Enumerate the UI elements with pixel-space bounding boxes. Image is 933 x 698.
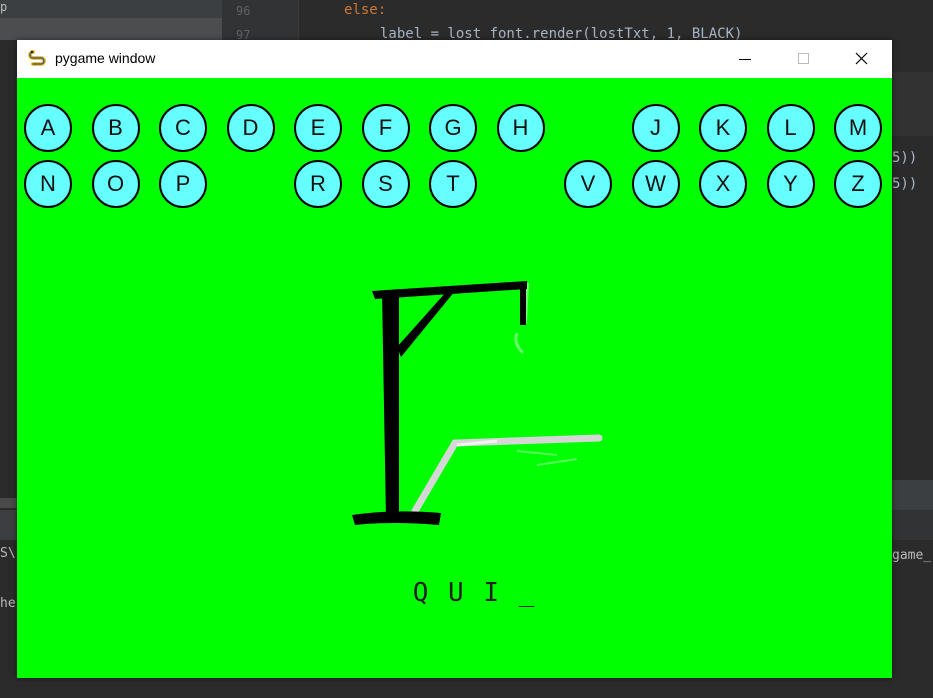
ide-corner-text: p — [0, 0, 8, 14]
close-button[interactable] — [832, 40, 890, 78]
letter-button-y[interactable]: Y — [766, 160, 815, 208]
minimize-button[interactable] — [716, 40, 774, 78]
console-fragment: he — [0, 596, 16, 611]
letter-button-k[interactable]: K — [699, 104, 747, 152]
letter-button-l[interactable]: L — [766, 104, 815, 152]
letter-button-r[interactable]: R — [294, 160, 342, 208]
gallows-drawing — [352, 281, 603, 525]
letter-button-v[interactable]: V — [564, 160, 612, 208]
letter-button-j[interactable]: J — [631, 104, 680, 152]
close-icon — [855, 52, 868, 65]
letter-button-t[interactable]: T — [429, 160, 477, 208]
letter-button-d[interactable]: D — [226, 104, 275, 152]
ide-project-panel: p — [0, 0, 222, 40]
minimize-icon — [739, 59, 751, 60]
console-fragment: game_ — [892, 548, 932, 563]
pygame-window: pygame window ABCDEFGH JKLM NOP RST VWXYZ Q … — [17, 40, 892, 678]
pygame-snake-icon — [28, 50, 46, 66]
letter-button-g[interactable]: G — [429, 104, 477, 152]
letter-button-n[interactable]: N — [24, 160, 72, 208]
maximize-icon — [798, 53, 809, 64]
letter-button-m[interactable]: M — [834, 104, 882, 152]
ide-console-left: S\ he — [0, 498, 17, 698]
code-line: else: — [344, 2, 387, 18]
letter-button-s[interactable]: S — [361, 160, 410, 208]
letter-button-b[interactable]: B — [91, 104, 140, 152]
letter-button-f[interactable]: F — [361, 104, 410, 152]
letter-button-e[interactable]: E — [294, 104, 342, 152]
line-number: 96 — [236, 4, 251, 18]
letter-button-o[interactable]: O — [91, 160, 140, 208]
window-titlebar[interactable]: pygame window — [17, 40, 892, 78]
letter-button-h[interactable]: H — [496, 104, 545, 152]
letter-button-c[interactable]: C — [159, 104, 207, 152]
letter-button-x[interactable]: X — [699, 160, 747, 208]
code-fragment: 5)) — [892, 176, 918, 192]
letter-button-a[interactable]: A — [24, 104, 72, 152]
maximize-button[interactable] — [774, 40, 832, 78]
guessed-word: Q U I _ — [412, 578, 537, 608]
window-title: pygame window — [55, 50, 156, 66]
game-canvas: ABCDEFGH JKLM NOP RST VWXYZ Q U I _ — [17, 78, 892, 678]
ide-background: p 96 97 else: label = lost_font.render(l… — [0, 0, 933, 42]
letter-button-p[interactable]: P — [159, 160, 207, 208]
console-fragment: S\ — [0, 546, 16, 561]
letter-button-z[interactable]: Z — [834, 160, 882, 208]
ide-code-editor[interactable]: else: label = lost_font.render(lostTxt, … — [300, 0, 933, 42]
code-fragment: 5)) — [892, 150, 918, 166]
ide-right-area: 5)) 5)) game_ — [892, 40, 933, 698]
ide-line-gutter: 96 97 — [222, 0, 299, 42]
letter-button-w[interactable]: W — [631, 160, 680, 208]
